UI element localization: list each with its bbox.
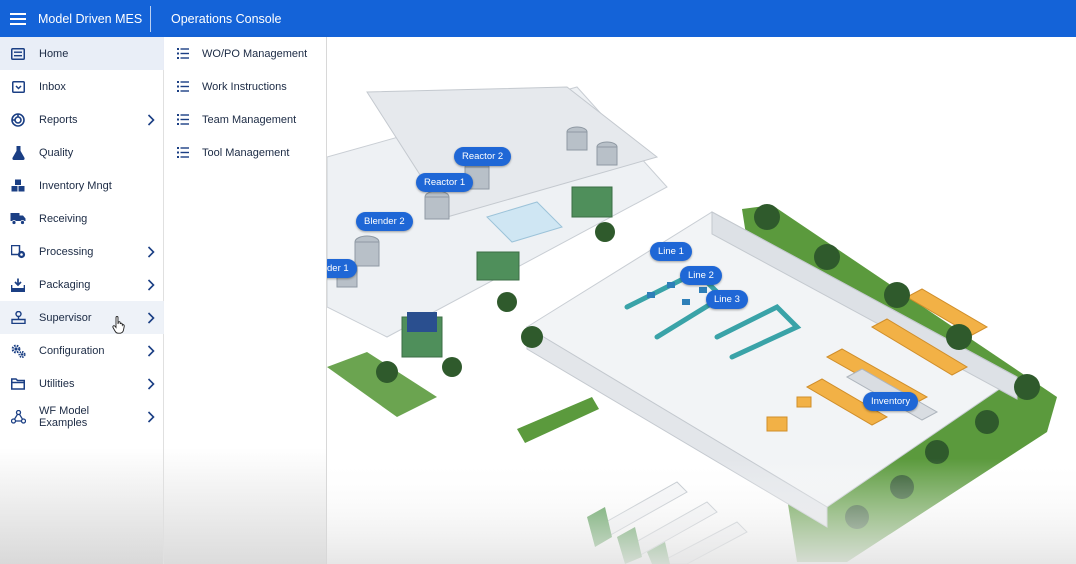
chevron-right-icon bbox=[138, 245, 164, 258]
submenu-item-label: Work Instructions bbox=[202, 80, 287, 93]
map-label-line-2[interactable]: Line 2 bbox=[680, 266, 722, 285]
reports-icon bbox=[0, 112, 36, 127]
sidebar-item-label: Inbox bbox=[39, 80, 66, 93]
sidebar-item-utilities[interactable]: Utilities bbox=[0, 367, 164, 400]
map-label-line-1[interactable]: Line 1 bbox=[650, 242, 692, 261]
chevron-right-icon bbox=[138, 410, 164, 423]
truck-icon bbox=[0, 212, 36, 225]
sidebar-item-home[interactable]: Home bbox=[0, 37, 164, 70]
chevron-right-icon bbox=[138, 344, 164, 357]
processing-icon bbox=[0, 244, 36, 259]
submenu-item-label: Tool Management bbox=[202, 146, 290, 159]
console-title: Operations Console bbox=[171, 11, 282, 26]
supervisor-submenu: WO/PO Management Work Instructions Team … bbox=[164, 37, 327, 564]
list-icon bbox=[164, 114, 202, 125]
plant-map: Reactor 2 Reactor 1 Blender 2 der 1 Line… bbox=[327, 37, 1076, 564]
sidebar-item-configuration[interactable]: Configuration bbox=[0, 334, 164, 367]
gears-icon bbox=[0, 344, 36, 358]
sidebar-item-label: Processing bbox=[39, 245, 94, 258]
sidebar-item-label: Quality bbox=[39, 146, 74, 159]
sidebar-item-label: Inventory Mngt bbox=[39, 179, 112, 192]
submenu-item-team-management[interactable]: Team Management bbox=[164, 103, 327, 136]
sidebar-item-label: Configuration bbox=[39, 344, 105, 357]
sidebar-item-processing[interactable]: Processing bbox=[0, 235, 164, 268]
submenu-item-work-instructions[interactable]: Work Instructions bbox=[164, 70, 327, 103]
factory-illustration bbox=[327, 37, 1076, 564]
chevron-right-icon bbox=[138, 113, 164, 126]
sidebar-item-packaging[interactable]: Packaging bbox=[0, 268, 164, 301]
map-label-blender-1[interactable]: der 1 bbox=[327, 259, 357, 278]
map-label-inventory[interactable]: Inventory bbox=[863, 392, 919, 411]
sidebar-item-label: Supervisor bbox=[39, 311, 92, 324]
sidebar-item-label: Utilities bbox=[39, 377, 75, 390]
map-label-reactor-2[interactable]: Reactor 2 bbox=[454, 147, 512, 166]
sidebar-item-receiving[interactable]: Receiving bbox=[0, 202, 164, 235]
chevron-right-icon bbox=[138, 377, 164, 390]
list-icon bbox=[164, 81, 202, 92]
chevron-right-icon bbox=[138, 311, 164, 324]
map-label-blender-2[interactable]: Blender 2 bbox=[356, 212, 413, 231]
package-icon bbox=[0, 278, 36, 292]
list-icon bbox=[164, 147, 202, 158]
sidebar-item-supervisor[interactable]: Supervisor bbox=[0, 301, 164, 334]
sidebar-item-label: Reports bbox=[39, 113, 78, 126]
hamburger-icon[interactable] bbox=[0, 0, 36, 37]
list-icon bbox=[0, 47, 36, 60]
map-label-reactor-1[interactable]: Reactor 1 bbox=[416, 173, 474, 192]
sidebar-item-reports[interactable]: Reports bbox=[0, 103, 164, 136]
flask-icon bbox=[0, 145, 36, 160]
sidebar-item-quality[interactable]: Quality bbox=[0, 136, 164, 169]
sidebar-item-label: Home bbox=[39, 47, 69, 60]
map-label-line-3[interactable]: Line 3 bbox=[706, 290, 748, 309]
top-app-bar: Model Driven MES Operations Console bbox=[0, 0, 1076, 37]
list-icon bbox=[164, 48, 202, 59]
inbox-icon bbox=[0, 80, 36, 93]
sidebar: Home Inbox Reports Quality Inventory Mng… bbox=[0, 37, 164, 564]
chevron-right-icon bbox=[138, 278, 164, 291]
folder-icon bbox=[0, 377, 36, 390]
app-title: Model Driven MES bbox=[38, 11, 143, 26]
sidebar-item-label: Receiving bbox=[39, 212, 88, 225]
submenu-item-tool-management[interactable]: Tool Management bbox=[164, 136, 327, 169]
sidebar-item-label: Packaging bbox=[39, 278, 91, 291]
sidebar-item-inbox[interactable]: Inbox bbox=[0, 70, 164, 103]
header-divider bbox=[150, 5, 151, 32]
sidebar-item-label: WF Model Examples bbox=[39, 404, 90, 429]
boxes-icon bbox=[0, 179, 36, 192]
supervisor-icon bbox=[0, 311, 36, 324]
submenu-item-label: Team Management bbox=[202, 113, 297, 126]
sidebar-item-wf-model-examples[interactable]: WF Model Examples bbox=[0, 400, 164, 433]
submenu-item-label: WO/PO Management bbox=[202, 47, 308, 60]
workflow-icon bbox=[0, 409, 36, 424]
sidebar-item-inventory-mngt[interactable]: Inventory Mngt bbox=[0, 169, 164, 202]
submenu-item-wo-po-management[interactable]: WO/PO Management bbox=[164, 37, 327, 70]
